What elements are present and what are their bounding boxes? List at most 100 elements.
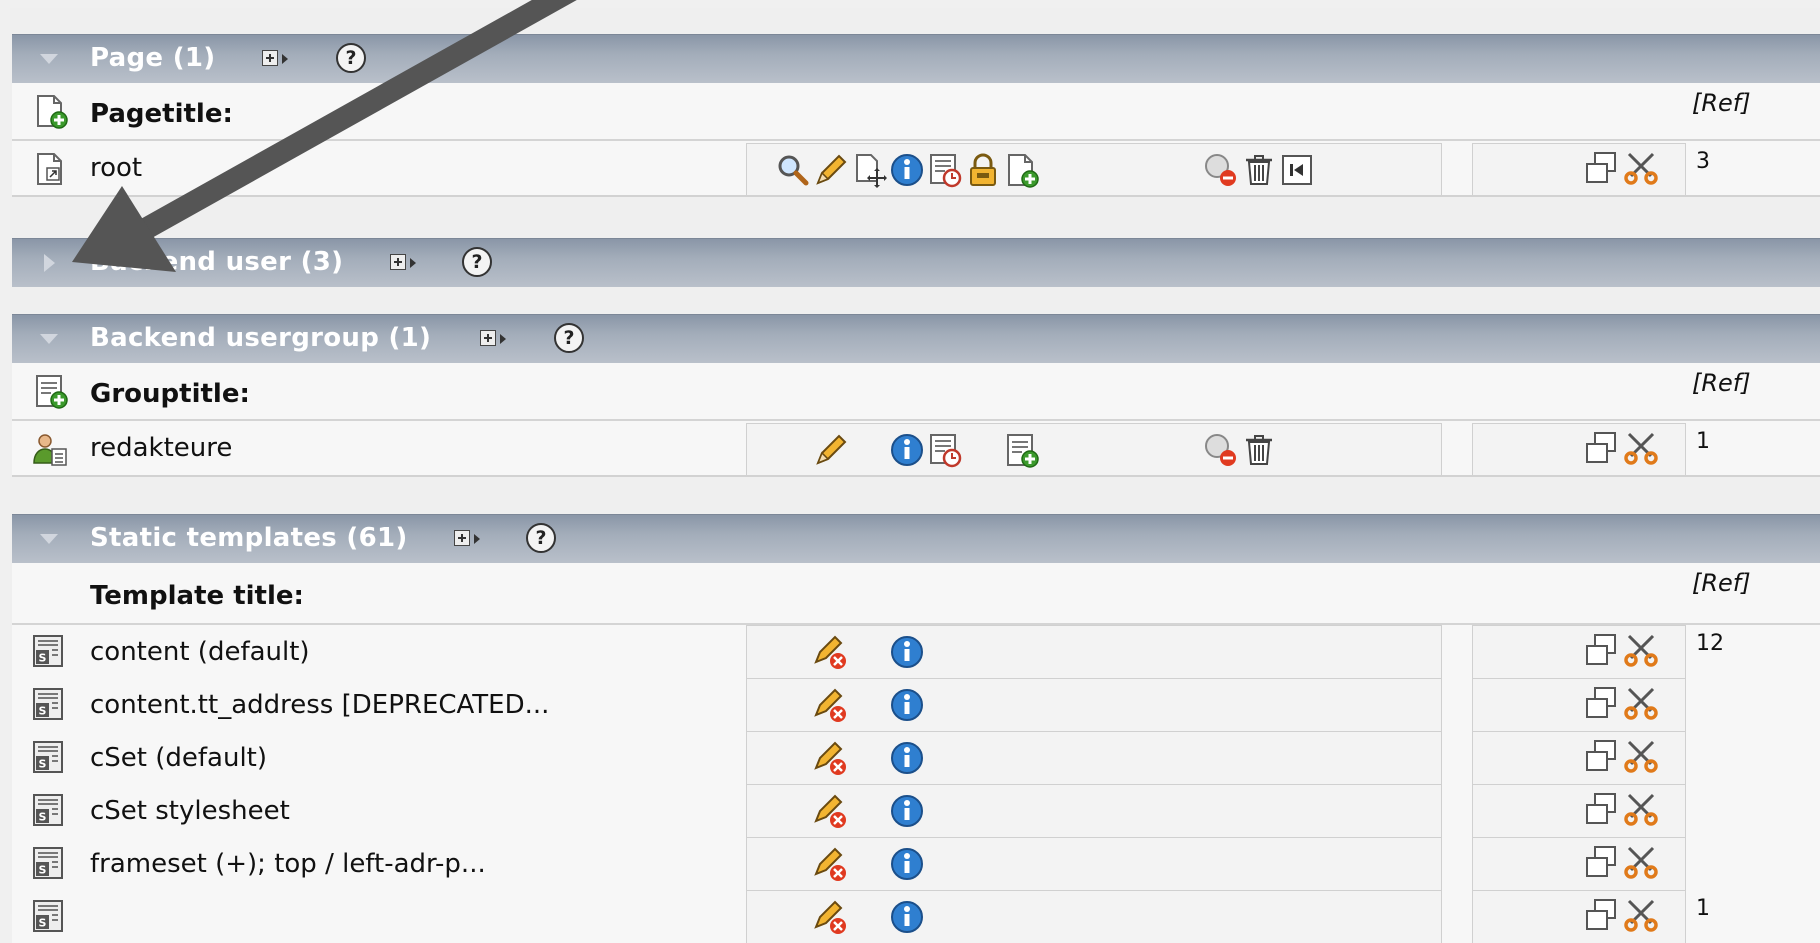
static-template-icon[interactable]: S xyxy=(30,739,66,775)
static-template-icon[interactable]: S xyxy=(30,898,66,934)
record-title[interactable]: redakteure xyxy=(90,433,232,463)
expand-view-icon[interactable] xyxy=(262,49,294,69)
copy-icon[interactable] xyxy=(1583,897,1619,933)
expand-icon[interactable] xyxy=(44,254,55,272)
collapse-icon[interactable] xyxy=(40,334,58,344)
delete-trash-icon[interactable] xyxy=(1241,432,1277,468)
copy-icon[interactable] xyxy=(1583,844,1619,880)
edit-disabled-icon[interactable] xyxy=(813,687,849,723)
lock-icon[interactable] xyxy=(965,152,1001,188)
help-icon[interactable]: ? xyxy=(526,523,556,553)
section-title[interactable]: Static templates (61) xyxy=(90,523,408,553)
collapse-icon[interactable] xyxy=(40,534,58,544)
help-icon[interactable]: ? xyxy=(336,43,366,73)
static-template-icon[interactable]: S xyxy=(30,686,66,722)
hide-icon[interactable] xyxy=(1203,152,1239,188)
help-icon[interactable]: ? xyxy=(462,247,492,277)
cut-scissors-icon[interactable] xyxy=(1623,430,1659,466)
info-icon[interactable] xyxy=(889,432,925,468)
section-static-templates: Static templates (61) ? Template title: … xyxy=(12,514,1820,943)
cut-scissors-icon[interactable] xyxy=(1623,632,1659,668)
delete-trash-icon[interactable] xyxy=(1241,152,1277,188)
move-first-icon[interactable] xyxy=(1279,152,1315,188)
clipboard-controls xyxy=(1472,678,1686,731)
table-row: root 3 xyxy=(12,141,1820,197)
record-title[interactable]: cSet (default) xyxy=(90,743,267,773)
static-template-icon[interactable]: S xyxy=(30,633,66,669)
section-header[interactable]: Static templates (61) ? xyxy=(12,514,1820,563)
edit-pencil-icon[interactable] xyxy=(813,152,849,188)
edit-disabled-icon[interactable] xyxy=(813,846,849,882)
copy-icon[interactable] xyxy=(1583,632,1619,668)
edit-disabled-icon[interactable] xyxy=(813,899,849,935)
cut-scissors-icon[interactable] xyxy=(1623,738,1659,774)
info-icon[interactable] xyxy=(889,899,925,935)
page-shortcut-icon[interactable] xyxy=(32,151,68,187)
record-controls xyxy=(746,143,1442,195)
copy-icon[interactable] xyxy=(1583,150,1619,186)
cut-scissors-icon[interactable] xyxy=(1623,791,1659,827)
edit-disabled-icon[interactable] xyxy=(813,634,849,670)
record-title[interactable]: root xyxy=(90,153,142,183)
static-template-icon[interactable]: S xyxy=(30,845,66,881)
view-magnifier-icon[interactable] xyxy=(775,152,811,188)
info-icon[interactable] xyxy=(889,152,925,188)
edit-pencil-icon[interactable] xyxy=(813,432,849,468)
record-title[interactable]: content.tt_address [DEPRECATED... xyxy=(90,690,549,720)
record-title[interactable]: frameset (+); top / left-adr-p... xyxy=(90,849,486,879)
clipboard-controls xyxy=(1472,423,1686,475)
info-icon[interactable] xyxy=(889,634,925,670)
svg-text:S: S xyxy=(39,758,47,771)
record-title[interactable]: cSet stylesheet xyxy=(90,796,290,826)
table-row: S content (default) 12 xyxy=(12,625,1820,678)
edit-disabled-icon[interactable] xyxy=(813,793,849,829)
cut-scissors-icon[interactable] xyxy=(1623,844,1659,880)
table-row: S cSet stylesheet xyxy=(12,784,1820,837)
usergroup-new-icon[interactable] xyxy=(32,373,68,409)
info-icon[interactable] xyxy=(889,687,925,723)
section-header[interactable]: Page (1) ? xyxy=(12,34,1820,83)
cut-scissors-icon[interactable] xyxy=(1623,150,1659,186)
info-icon[interactable] xyxy=(889,846,925,882)
copy-icon[interactable] xyxy=(1583,791,1619,827)
svg-text:S: S xyxy=(39,917,47,930)
section-title[interactable]: Backend user (3) xyxy=(90,247,343,277)
record-title[interactable]: content (default) xyxy=(90,637,310,667)
column-header: Pagetitle: [Ref] xyxy=(12,83,1820,141)
expand-view-icon[interactable] xyxy=(454,529,486,549)
record-controls xyxy=(746,890,1442,943)
edit-disabled-icon[interactable] xyxy=(813,740,849,776)
record-controls xyxy=(746,837,1442,890)
static-template-icon[interactable]: S xyxy=(30,792,66,828)
section-title[interactable]: Page (1) xyxy=(90,43,215,73)
cut-scissors-icon[interactable] xyxy=(1623,685,1659,721)
column-label: Pagetitle: xyxy=(90,99,233,129)
expand-view-icon[interactable] xyxy=(390,253,422,273)
new-page-icon[interactable] xyxy=(1003,152,1039,188)
info-icon[interactable] xyxy=(889,740,925,776)
new-record-icon[interactable] xyxy=(1003,432,1039,468)
column-header: Grouptitle: [Ref] xyxy=(12,363,1820,421)
copy-icon[interactable] xyxy=(1583,685,1619,721)
history-icon[interactable] xyxy=(927,432,963,468)
static-template-list: S content (default) 12 S content.tt_addr… xyxy=(12,625,1820,943)
hide-icon[interactable] xyxy=(1203,432,1239,468)
ref-count: 12 xyxy=(1696,631,1724,656)
section-title[interactable]: Backend usergroup (1) xyxy=(90,323,431,353)
help-icon[interactable]: ? xyxy=(554,323,584,353)
ref-column-label: [Ref] xyxy=(1692,569,1751,597)
expand-view-icon[interactable] xyxy=(480,329,512,349)
record-controls xyxy=(746,678,1442,731)
copy-icon[interactable] xyxy=(1583,430,1619,466)
section-header[interactable]: Backend user (3) ? xyxy=(12,238,1820,287)
usergroup-icon[interactable] xyxy=(32,431,68,467)
ref-count: 1 xyxy=(1696,429,1710,454)
info-icon[interactable] xyxy=(889,793,925,829)
section-header[interactable]: Backend usergroup (1) ? xyxy=(12,314,1820,363)
page-new-icon[interactable] xyxy=(32,93,68,129)
history-icon[interactable] xyxy=(927,152,963,188)
move-page-icon[interactable] xyxy=(851,152,887,188)
copy-icon[interactable] xyxy=(1583,738,1619,774)
cut-scissors-icon[interactable] xyxy=(1623,897,1659,933)
collapse-icon[interactable] xyxy=(40,54,58,64)
